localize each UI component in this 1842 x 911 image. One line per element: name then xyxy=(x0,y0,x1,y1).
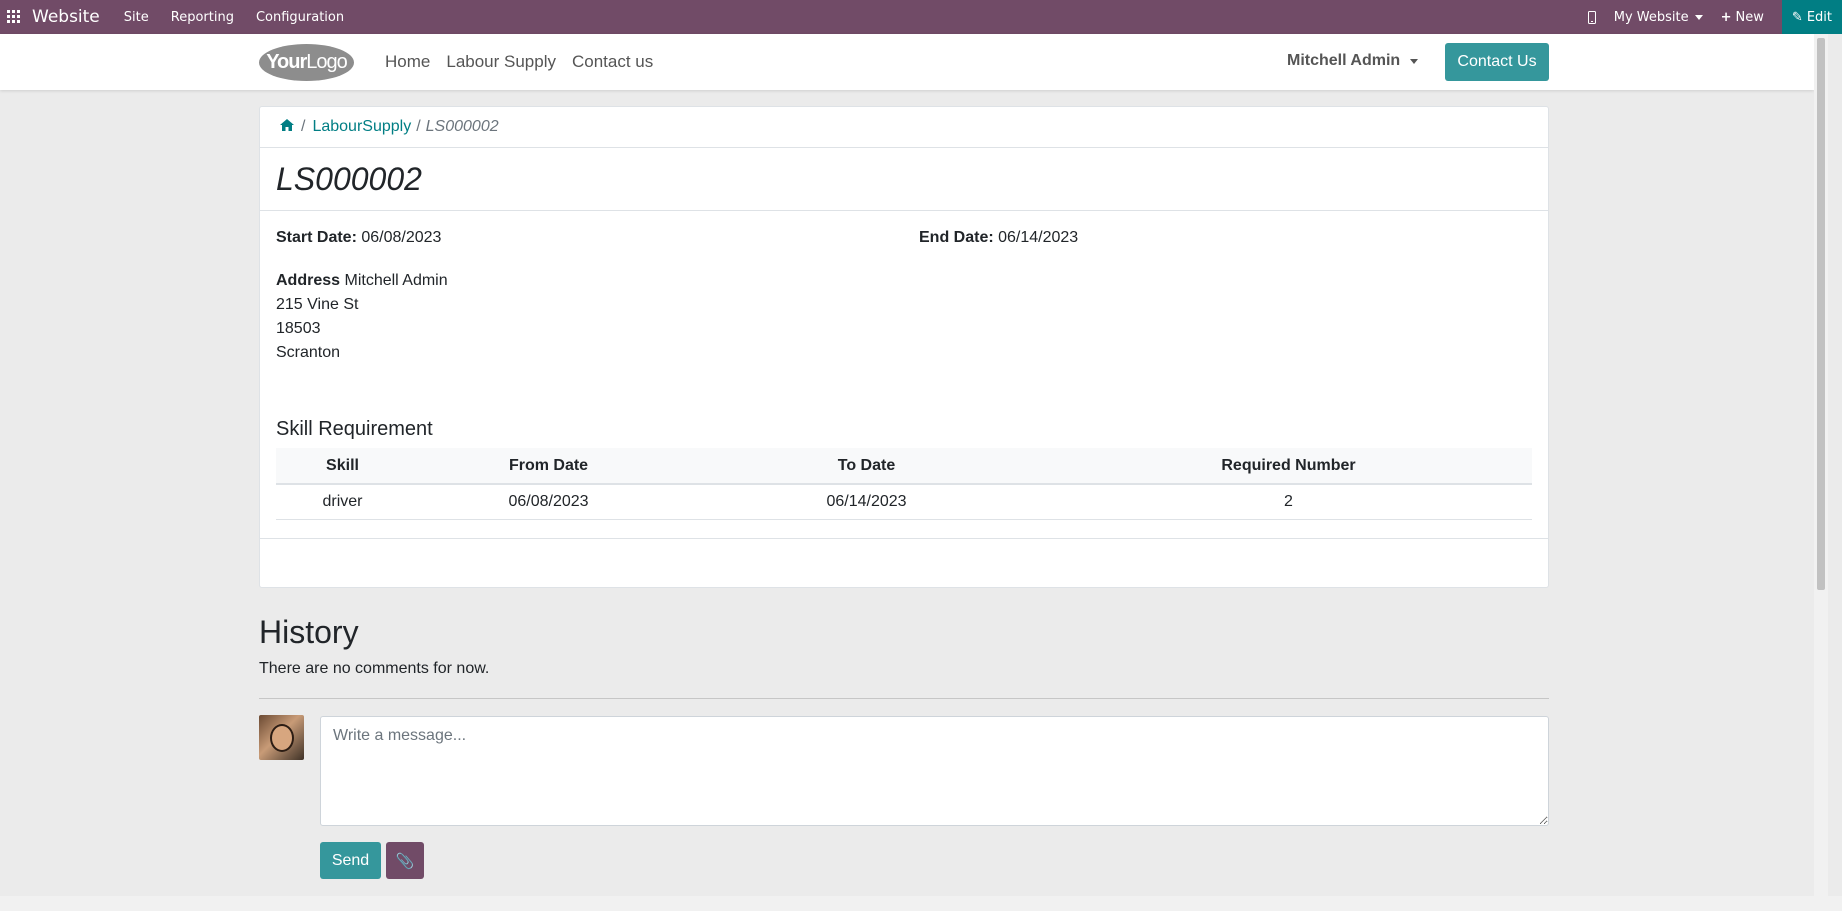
history-heading: History xyxy=(259,614,359,650)
address-field: Address Mitchell Admin 215 Vine St 18503… xyxy=(276,269,448,365)
menu-site[interactable]: Site xyxy=(124,10,149,25)
address-label: Address xyxy=(276,272,341,289)
column-header-required-number: Required Number xyxy=(1045,448,1532,485)
scrollbar-thumb[interactable] xyxy=(1817,38,1825,590)
breadcrumb: / LabourSupply / LS000002 xyxy=(260,107,1548,148)
logo-text-bold: Your xyxy=(266,51,307,73)
table-row: driver 06/08/2023 06/14/2023 2 xyxy=(276,484,1532,520)
new-button[interactable]: + New xyxy=(1721,10,1764,25)
record-title: LS000002 xyxy=(276,160,422,197)
start-date-field: Start Date: 06/08/2023 xyxy=(276,229,441,247)
edit-button[interactable]: ✎ Edit xyxy=(1781,0,1842,34)
app-name[interactable]: Website xyxy=(32,7,100,27)
address-line-name: Mitchell Admin xyxy=(344,272,448,289)
start-date-value: 06/08/2023 xyxy=(361,229,442,246)
address-line-zip: 18503 xyxy=(276,320,321,337)
nav-labour-supply[interactable]: Labour Supply xyxy=(446,52,556,72)
website-header: Your Logo Home Labour Supply Contact us M… xyxy=(0,34,1814,90)
breadcrumb-separator: / xyxy=(416,118,421,135)
website-selector[interactable]: My Website xyxy=(1614,10,1703,25)
new-button-label: New xyxy=(1735,9,1764,25)
avatar xyxy=(259,715,304,760)
menu-configuration[interactable]: Configuration xyxy=(256,10,344,25)
address-line-street: 215 Vine St xyxy=(276,296,359,313)
table-header-row: Skill From Date To Date Required Number xyxy=(276,448,1532,485)
skill-requirement-heading: Skill Requirement xyxy=(276,418,433,440)
skill-table: Skill From Date To Date Required Number … xyxy=(276,448,1532,520)
pencil-icon: ✎ xyxy=(1791,9,1803,25)
nav-home[interactable]: Home xyxy=(385,52,430,72)
card-footer xyxy=(260,538,1548,587)
paperclip-icon: 📎 xyxy=(395,851,415,870)
website-selector-label: My Website xyxy=(1613,9,1689,25)
cell-to-date: 06/14/2023 xyxy=(688,484,1045,520)
plus-icon: + xyxy=(1720,9,1732,25)
breadcrumb-parent[interactable]: LabourSupply xyxy=(312,118,411,136)
column-header-skill: Skill xyxy=(276,448,409,485)
apps-menu-icon[interactable] xyxy=(0,0,28,34)
message-input[interactable] xyxy=(320,716,1549,826)
user-photo-icon xyxy=(269,723,294,752)
horizontal-scrollbar[interactable] xyxy=(0,896,1842,911)
contact-us-button[interactable]: Contact Us xyxy=(1445,43,1549,81)
logo-text-light: Logo xyxy=(306,51,347,73)
edit-button-label: Edit xyxy=(1806,9,1832,25)
chevron-down-icon xyxy=(1694,14,1703,20)
address-line-city: Scranton xyxy=(276,344,341,361)
cell-from-date: 06/08/2023 xyxy=(409,484,688,520)
company-logo[interactable]: Your Logo xyxy=(259,44,354,81)
nav-contact-us[interactable]: Contact us xyxy=(572,52,653,72)
user-menu[interactable]: Mitchell Admin xyxy=(1287,52,1419,70)
home-icon[interactable] xyxy=(280,118,294,136)
send-button[interactable]: Send xyxy=(320,842,381,879)
breadcrumb-separator: / xyxy=(301,118,306,135)
end-date-label: End Date: xyxy=(919,229,994,246)
end-date-field: End Date: 06/14/2023 xyxy=(919,229,1078,247)
record-card: / LabourSupply / LS000002 LS000002 Start… xyxy=(259,106,1549,588)
backend-topbar: Website Site Reporting Configuration My … xyxy=(0,0,1842,34)
menu-reporting[interactable]: Reporting xyxy=(171,10,234,25)
user-name: Mitchell Admin xyxy=(1287,52,1401,69)
chevron-down-icon xyxy=(1410,58,1419,64)
main-nav: Home Labour Supply Contact us xyxy=(385,52,653,72)
breadcrumb-current: LS000002 xyxy=(425,118,499,135)
record-title-row: LS000002 xyxy=(260,148,1548,211)
no-comments-text: There are no comments for now. xyxy=(259,660,490,677)
divider xyxy=(259,698,1549,699)
attachment-button[interactable]: 📎 xyxy=(386,842,424,879)
column-header-to-date: To Date xyxy=(688,448,1045,485)
mobile-preview-icon[interactable] xyxy=(1587,10,1596,24)
start-date-label: Start Date: xyxy=(276,229,357,246)
column-header-from-date: From Date xyxy=(409,448,688,485)
end-date-value: 06/14/2023 xyxy=(998,229,1079,246)
cell-skill: driver xyxy=(276,484,409,520)
cell-required-number: 2 xyxy=(1045,484,1532,520)
vertical-scrollbar[interactable] xyxy=(1814,34,1828,896)
